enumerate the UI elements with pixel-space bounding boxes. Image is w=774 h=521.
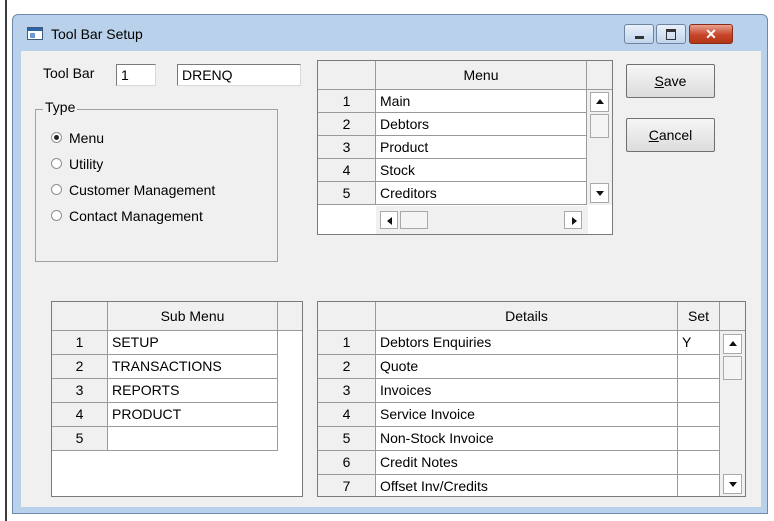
radio-unselected-icon <box>51 158 62 169</box>
details-row-set[interactable] <box>678 427 720 451</box>
menu-vertical-scrollbar[interactable] <box>587 90 612 205</box>
radio-menu-label: Menu <box>69 130 105 146</box>
scroll-left-arrow-icon[interactable] <box>380 211 398 229</box>
details-row-name[interactable]: Credit Notes <box>376 451 678 475</box>
tool-bar-label: Tool Bar <box>43 65 95 81</box>
menu-row-name[interactable]: Product <box>376 136 587 159</box>
details-vertical-scrollbar[interactable] <box>720 331 745 496</box>
close-icon: ✕ <box>705 26 717 42</box>
radio-contact-management[interactable]: Contact Management <box>51 207 203 225</box>
menu-grid-header[interactable]: Menu <box>376 61 587 90</box>
scroll-right-arrow-icon[interactable] <box>564 211 582 229</box>
horizontal-scroll-thumb[interactable] <box>400 211 428 229</box>
radio-unselected-icon <box>51 184 62 195</box>
menu-grid: Menu 1 Main 2 Debtors 3 Product 4 Stock … <box>317 60 613 235</box>
window-title: Tool Bar Setup <box>51 26 143 42</box>
details-row-number[interactable]: 1 <box>318 331 376 355</box>
minimize-button[interactable] <box>624 24 654 44</box>
details-grid-corner <box>318 302 376 331</box>
submenu-grid-corner <box>52 302 108 331</box>
menu-grid-corner <box>318 61 376 90</box>
details-row-number[interactable]: 2 <box>318 355 376 379</box>
menu-row-number[interactable]: 5 <box>318 182 376 205</box>
radio-utility-label: Utility <box>69 156 104 172</box>
cancel-button[interactable]: Cancel <box>626 118 715 152</box>
details-row-number[interactable]: 3 <box>318 379 376 403</box>
menu-row-number[interactable]: 4 <box>318 159 376 182</box>
menu-grid-header-spacer <box>587 61 612 90</box>
details-row-name[interactable]: Offset Inv/Credits <box>376 475 678 496</box>
radio-customer-management-label: Customer Management <box>69 182 216 198</box>
details-row-name[interactable]: Quote <box>376 355 678 379</box>
cancel-accel: C <box>648 127 659 143</box>
scroll-up-arrow-icon[interactable] <box>723 334 742 354</box>
maximize-button[interactable] <box>656 24 686 44</box>
submenu-grid-header-spacer <box>278 302 302 331</box>
tool-bar-setup-window: Tool Bar Setup ✕ Tool Bar 1 DRENQ Type M… <box>12 14 768 514</box>
menu-row-number[interactable]: 2 <box>318 113 376 136</box>
close-button[interactable]: ✕ <box>689 24 733 44</box>
submenu-row-number[interactable]: 5 <box>52 427 108 451</box>
dialog-client-area: Tool Bar 1 DRENQ Type Menu Utility Custo… <box>21 51 761 507</box>
details-row-number[interactable]: 6 <box>318 451 376 475</box>
submenu-row-name[interactable]: REPORTS <box>108 379 278 403</box>
details-row-set[interactable] <box>678 403 720 427</box>
details-row-name[interactable]: Service Invoice <box>376 403 678 427</box>
details-row-set[interactable] <box>678 451 720 475</box>
menu-row-number[interactable]: 1 <box>318 90 376 113</box>
details-grid-header-spacer <box>720 302 745 331</box>
submenu-row-number[interactable]: 4 <box>52 403 108 427</box>
save-label: ave <box>663 73 687 89</box>
window-app-icon <box>27 27 43 40</box>
details-set-header[interactable]: Set <box>678 302 720 331</box>
details-row-number[interactable]: 4 <box>318 403 376 427</box>
details-row-name[interactable]: Invoices <box>376 379 678 403</box>
details-row-set[interactable] <box>678 379 720 403</box>
submenu-row-name[interactable]: SETUP <box>108 331 278 355</box>
details-grid-header[interactable]: Details <box>376 302 678 331</box>
submenu-grid-header[interactable]: Sub Menu <box>108 302 278 331</box>
submenu-grid: Sub Menu 1 SETUP 2 TRANSACTIONS 3 REPORT… <box>51 301 303 497</box>
radio-unselected-icon <box>51 210 62 221</box>
tool-bar-code-field[interactable]: DRENQ <box>177 64 301 86</box>
scroll-down-arrow-icon[interactable] <box>723 474 742 494</box>
radio-utility[interactable]: Utility <box>51 155 103 173</box>
details-row-number[interactable]: 7 <box>318 475 376 496</box>
submenu-row-number[interactable]: 3 <box>52 379 108 403</box>
save-accel: S <box>654 73 664 89</box>
menu-row-number[interactable]: 3 <box>318 136 376 159</box>
title-bar[interactable]: Tool Bar Setup ✕ <box>13 15 767 51</box>
left-window-edge <box>0 0 8 521</box>
radio-customer-management[interactable]: Customer Management <box>51 181 215 199</box>
radio-selected-icon <box>51 132 62 143</box>
details-grid: Details Set 1 Debtors Enquiries Y 2 Quot… <box>317 301 746 497</box>
type-group-title: Type <box>43 99 78 115</box>
submenu-row-name[interactable]: PRODUCT <box>108 403 278 427</box>
scroll-thumb[interactable] <box>723 356 742 380</box>
radio-menu[interactable]: Menu <box>51 129 104 147</box>
details-row-set[interactable] <box>678 355 720 379</box>
menu-row-name[interactable]: Creditors <box>376 182 587 205</box>
submenu-row-name[interactable] <box>108 427 278 451</box>
menu-row-name[interactable]: Debtors <box>376 113 587 136</box>
menu-horizontal-scrollbar[interactable] <box>376 206 588 234</box>
scroll-thumb[interactable] <box>590 114 609 138</box>
cancel-label: ancel <box>658 127 693 143</box>
submenu-row-name[interactable]: TRANSACTIONS <box>108 355 278 379</box>
details-row-name[interactable]: Debtors Enquiries <box>376 331 678 355</box>
details-row-set[interactable]: Y <box>678 331 720 355</box>
tool-bar-number-field[interactable]: 1 <box>116 64 156 86</box>
scroll-up-arrow-icon[interactable] <box>590 92 609 112</box>
scroll-down-arrow-icon[interactable] <box>590 183 609 203</box>
menu-row-name[interactable]: Stock <box>376 159 587 182</box>
submenu-row-number[interactable]: 1 <box>52 331 108 355</box>
submenu-row-number[interactable]: 2 <box>52 355 108 379</box>
details-row-number[interactable]: 5 <box>318 427 376 451</box>
menu-row-name[interactable]: Main <box>376 90 587 113</box>
details-row-name[interactable]: Non-Stock Invoice <box>376 427 678 451</box>
details-row-set[interactable] <box>678 475 720 496</box>
save-button[interactable]: Save <box>626 64 715 98</box>
radio-contact-management-label: Contact Management <box>69 208 203 224</box>
